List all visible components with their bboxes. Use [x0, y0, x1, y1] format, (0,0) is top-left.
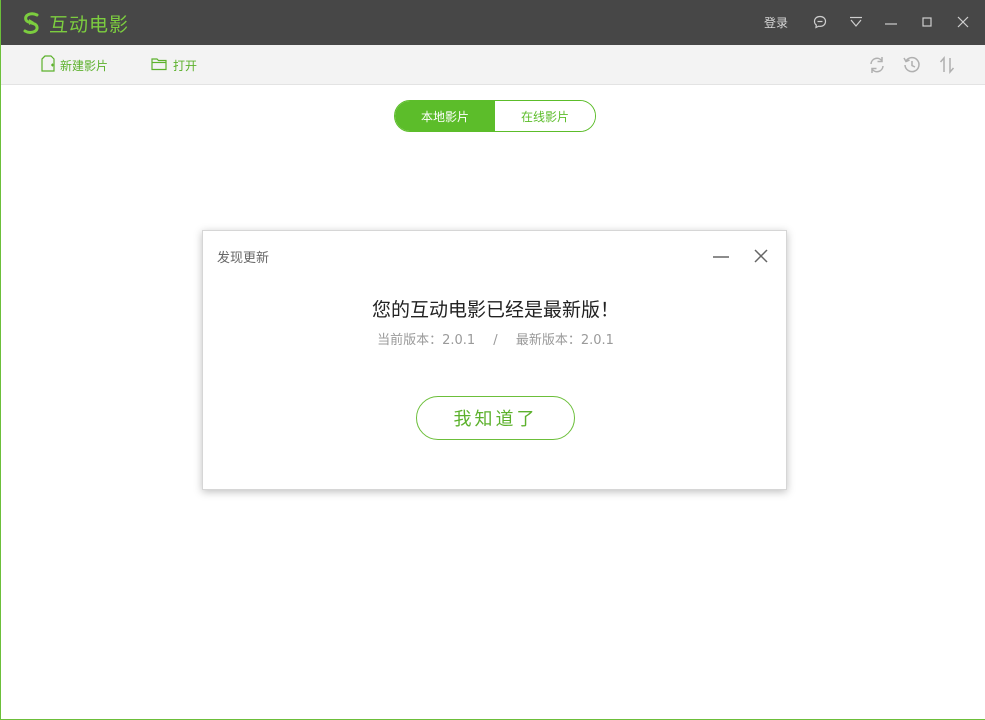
chat-icon[interactable]	[811, 13, 829, 31]
new-film-button[interactable]: 新建影片	[41, 55, 108, 75]
refresh-icon[interactable]	[866, 54, 888, 76]
dialog-minimize-icon[interactable]	[710, 245, 732, 267]
version-info: 当前版本：2.0.1 / 最新版本：2.0.1	[203, 329, 788, 348]
current-version-label: 当前版本：	[377, 333, 443, 348]
folder-icon	[151, 57, 168, 74]
dialog-close-icon[interactable]	[750, 245, 772, 267]
film-source-tabs: 本地影片 在线影片	[394, 100, 596, 132]
history-icon[interactable]	[901, 54, 923, 76]
film-logo-icon	[19, 10, 45, 36]
latest-version-label: 最新版本：	[515, 333, 581, 348]
new-file-icon	[41, 55, 55, 75]
tab-online-films[interactable]: 在线影片	[495, 101, 595, 131]
latest-version-value: 2.0.1	[580, 333, 614, 348]
tab-local-films[interactable]: 本地影片	[395, 101, 495, 131]
login-link[interactable]: 登录	[764, 14, 788, 31]
app-window: 互动电影 登录 新建影片 打开 本地影片 在线影片 发现更新 您的互动电影已经是…	[0, 0, 985, 720]
update-dialog: 发现更新 您的互动电影已经是最新版！ 当前版本：2.0.1 / 最新版本：2.0…	[202, 230, 787, 490]
sort-icon[interactable]	[936, 54, 958, 76]
open-label: 打开	[173, 58, 198, 73]
toolbar: 新建影片 打开	[1, 45, 985, 85]
app-logo: 互动电影	[19, 9, 129, 37]
dialog-title: 发现更新	[217, 251, 270, 266]
close-icon[interactable]	[954, 13, 972, 31]
got-it-button[interactable]: 我知道了	[416, 396, 575, 440]
version-separator: /	[493, 333, 498, 348]
app-title: 互动电影	[49, 13, 130, 36]
update-message: 您的互动电影已经是最新版！	[371, 299, 619, 321]
dropdown-icon[interactable]	[847, 13, 865, 31]
new-film-label: 新建影片	[60, 58, 109, 73]
maximize-icon[interactable]	[918, 13, 936, 31]
current-version-value: 2.0.1	[442, 333, 476, 348]
title-bar: 互动电影 登录	[1, 0, 985, 45]
open-button[interactable]: 打开	[151, 55, 197, 75]
minimize-icon[interactable]	[882, 13, 900, 31]
